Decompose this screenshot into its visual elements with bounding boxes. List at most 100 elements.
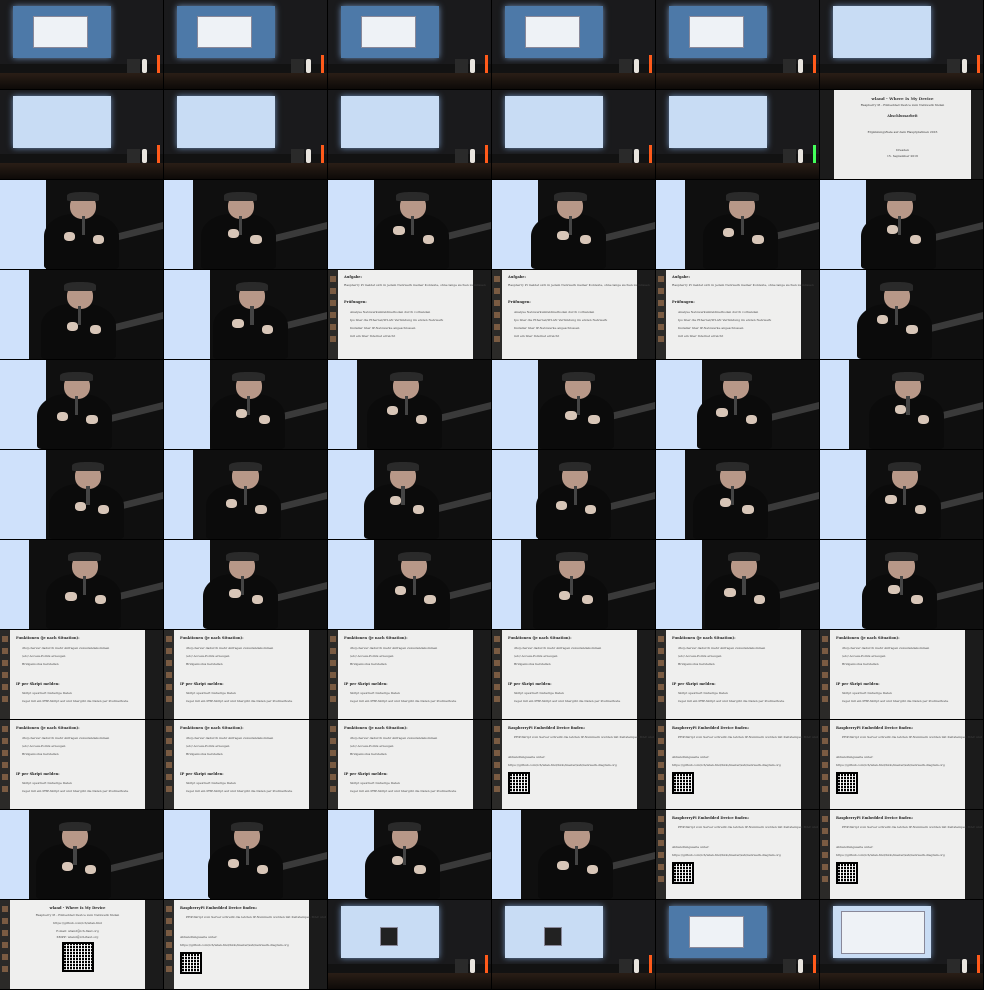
qr-code-icon [672,772,694,794]
dock-icon [822,726,828,732]
dock-icon [166,930,172,936]
dock-icon [494,312,500,318]
speaker-cap [235,282,269,292]
url-text: https://github.com/ich/wlan-find/blob/ma… [836,853,945,857]
lit-wall [0,540,30,629]
speaker-hand [588,415,600,425]
audience [492,162,655,179]
section-heading: IP per Skript melden: [180,682,224,686]
thumbnail-frame [0,810,163,899]
dock-icon [330,636,336,642]
thumbnail-frame: Funktionen (je nach Situation): dhcp-Serv… [328,720,491,809]
speaker-cap [60,372,93,382]
dock-icon [330,288,336,294]
lit-wall [0,180,46,269]
slide-rpi: RaspberryPi Embedded Device finden: PHP-S… [666,720,819,809]
bullet-item: Skript speichert bisherige Daten [350,691,400,695]
bullet-item: Bridgemodus herstellen [514,662,551,666]
dock-icon [658,786,664,792]
dock-icon [330,300,336,306]
title-slide-text: Abschlussarbeit [887,114,918,118]
slide-funktionen: Funktionen (je nach Situation): dhcp-Serv… [666,630,801,719]
dock-icon [330,738,336,744]
speaker-cap [71,462,105,472]
slide-title: Aufgabe: [344,275,362,279]
thumbnail-frame [328,180,491,269]
launcher-dock [164,630,174,719]
audience [0,72,163,89]
thumbnail-frame [656,900,819,989]
thumbnail-frame: Funktionen (je nach Situation): dhcp-Serv… [492,630,655,719]
speaker-hand [386,406,399,416]
dock-icon [658,672,664,678]
slide-end: wland - Where Is My Device Raspberry Pi -… [10,900,145,989]
slide-title: Aufgabe: [508,275,526,279]
projection-screen [177,96,275,148]
thumbnail-frame: wland - Where Is My Device Raspberry Pi -… [0,900,163,989]
qr-code-icon [61,942,94,972]
projection-screen [341,906,439,958]
launcher-dock [164,720,174,809]
lit-wall [820,450,866,539]
speaker-hand [580,235,592,245]
speaker-hand [742,505,754,515]
contact-sheet: wland - Where Is My Device Raspberry Pi -… [0,0,984,990]
speaker-figure [305,58,311,73]
dock-icon [2,660,8,666]
bullet-item: /etc/.Access-Points erzeugen [186,744,230,748]
speaker-hand [63,231,75,241]
lit-wall [0,450,46,539]
thumbnail-frame: Funktionen (je nach Situation): dhcp-Serv… [328,630,491,719]
launcher-dock [656,270,666,359]
thumbnail-frame [164,90,327,179]
thumbnail-frame [656,0,819,89]
dock-icon [822,750,828,756]
speaker-hand [86,415,98,425]
app-window [360,15,417,49]
dock-icon [494,750,500,756]
speaker-hand [393,226,405,236]
speaker-figure [469,58,475,73]
lit-wall [656,450,686,539]
dock-icon [658,300,664,306]
end-slide-text: E-mail: wland@ich-flaut.org [56,929,99,933]
slide-title: Aufgabe: [672,275,690,279]
speaker-figure [469,148,475,163]
bullet-item: Bridgemodus herstellen [350,662,387,666]
dock-icon [822,864,828,870]
audience [656,72,819,89]
bullet-item: dhcp-Server dadurch mehr Anfragen zuzust… [350,736,438,740]
thumbnail-frame: Aufgabe: Raspberry Pi meldet sich in jede… [492,270,655,359]
dock-icon [822,828,828,834]
speaker-cap [232,372,266,382]
speaker-hand [752,235,764,245]
dock-icon [2,636,8,642]
thumbnail-frame: RaspberryPi Embedded Device finden: PHP-S… [820,810,983,899]
microphone [250,305,254,326]
thumbnail-frame: Funktionen (je nach Situation): dhcp-Serv… [656,630,819,719]
section-heading: IP per Skript melden: [180,772,224,776]
projection-screen [669,906,767,958]
qr-code-icon [836,862,858,884]
slide-aufgabe: Aufgabe: Raspberry Pi meldet sich in jede… [666,270,814,359]
speaker-hand [227,228,239,238]
bullet-item: regel mit ein PHP-Skript auf und übergib… [514,699,621,703]
bullet-item: dhcp-Server dadurch mehr Anfragen zuzust… [514,646,602,650]
speaker-hand [255,505,267,515]
bullet-item: Bridgemodus herstellen [22,662,59,666]
qr-code-icon [836,772,858,794]
speaker-hand [261,325,274,335]
thumbnail-frame [328,450,491,539]
thumbnail-frame [492,360,655,449]
slide-title: RaspberryPi Embedded Device finden: [672,816,749,820]
dock-icon [494,636,500,642]
audience [164,162,327,179]
dock-icon [166,942,172,948]
dock-icon [822,774,828,780]
dock-icon [658,324,664,330]
dock-icon [2,726,8,732]
thumbnail-frame [0,360,163,449]
speaker-figure [141,148,147,163]
bullet-item: /etc/.Access-Points erzeugen [678,654,722,658]
bullet-item: /etc/.Access-Points erzeugen [22,744,66,748]
